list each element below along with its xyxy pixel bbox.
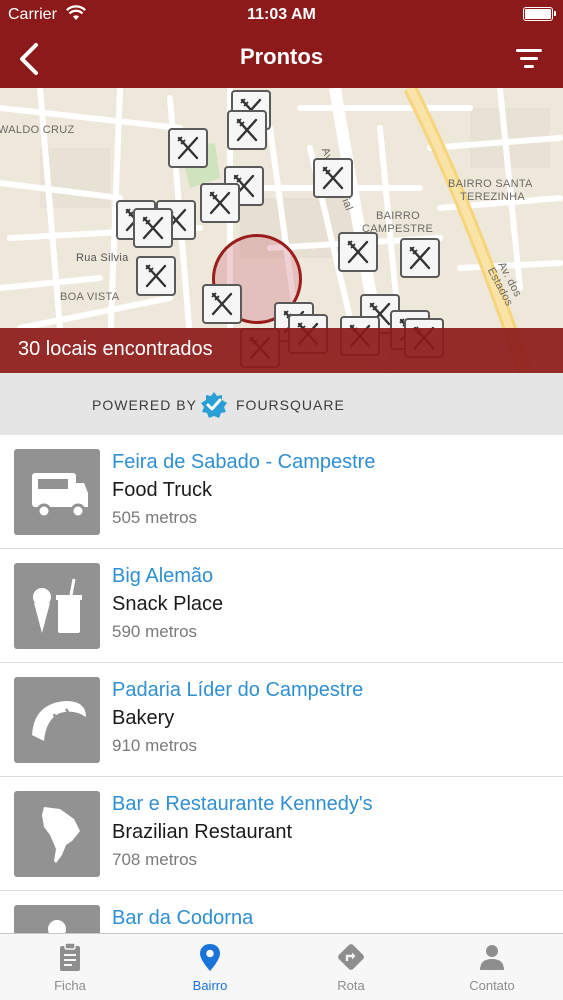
powered-by-banner: POWERED BY FOURSQUARE (0, 373, 563, 435)
place-distance: 708 metros (112, 850, 198, 869)
place-distance: 590 metros (112, 622, 198, 641)
list-item[interactable]: Padaria Líder do Campestre Bakery 910 me… (0, 663, 563, 777)
place-name[interactable]: Bar e Restaurante Kennedy's (112, 793, 373, 816)
map-label-bairro-santa: BAIRRO SANTA (448, 178, 533, 190)
fork-knife-icon (145, 264, 167, 288)
list-item[interactable]: Big Alemão Snack Place 590 metros (0, 549, 563, 663)
tab-label: Bairro (192, 978, 228, 993)
fork-knife-icon (322, 166, 344, 190)
place-thumbnail (14, 449, 100, 535)
map-label-rua-silvia: Rua Silvia (76, 252, 129, 264)
status-bar: Carrier 11:03 AM (0, 0, 563, 30)
battery-icon (523, 7, 556, 21)
tab-bairro[interactable]: Bairro (140, 934, 280, 1000)
map-pin[interactable] (168, 128, 208, 168)
croissant-icon (32, 701, 86, 741)
place-category: Brazilian Restaurant (112, 821, 293, 843)
fork-knife-icon (142, 216, 164, 240)
map-pin[interactable] (313, 158, 353, 198)
map-pin-icon (200, 944, 220, 971)
nav-row: Prontos (0, 30, 563, 88)
map-pin[interactable] (136, 256, 176, 296)
powered-by-text: POWERED BY (92, 397, 197, 413)
map-view[interactable]: WALDO CRUZ Rua Silvia BOA VISTA Av. Indu… (0, 88, 563, 373)
place-name[interactable]: Bar da Codorna (112, 907, 253, 930)
place-name[interactable]: Big Alemão (112, 565, 213, 588)
tab-label: Rota (337, 978, 365, 993)
place-category: Snack Place (112, 593, 224, 615)
map-pin[interactable] (200, 183, 240, 223)
place-thumbnail (14, 677, 100, 763)
fork-knife-icon (236, 118, 258, 142)
map-label-waldo-cruz: WALDO CRUZ (0, 124, 75, 136)
fork-knife-icon (347, 240, 369, 264)
status-time: 11:03 AM (247, 6, 316, 23)
tab-rota[interactable]: Rota (281, 934, 421, 1000)
list-item[interactable]: Feira de Sabado - Campestre Food Truck 5… (0, 435, 563, 549)
map-label-boa-vista: BOA VISTA (60, 291, 120, 303)
fork-knife-icon (409, 246, 431, 270)
map-label-terezinha: TEREZINHA (460, 191, 526, 203)
place-thumbnail (14, 905, 100, 933)
place-category: Food Truck (112, 479, 213, 501)
place-name[interactable]: Feira de Sabado - Campestre (112, 451, 375, 474)
results-count-bar: 30 locais encontrados (0, 328, 563, 373)
person-icon (480, 945, 504, 970)
route-sign-icon (338, 944, 364, 970)
tab-label: Ficha (54, 978, 86, 993)
foursquare-brand-text: FOURSQUARE (236, 397, 345, 413)
tab-contato[interactable]: Contato (422, 934, 562, 1000)
tab-ficha[interactable]: Ficha (0, 934, 140, 1000)
map-pin[interactable] (133, 208, 173, 248)
places-list: Feira de Sabado - Campestre Food Truck 5… (0, 435, 563, 933)
tab-label: Contato (469, 978, 515, 993)
place-category: Bakery (112, 707, 175, 729)
filter-icon[interactable] (515, 44, 545, 74)
south-america-icon (42, 807, 80, 863)
page-title: Prontos (239, 44, 324, 69)
place-thumbnail (14, 563, 100, 649)
map-pin[interactable] (338, 232, 378, 272)
place-distance: 505 metros (112, 508, 198, 527)
map-pin[interactable] (202, 284, 242, 324)
fork-knife-icon (177, 136, 199, 160)
clipboard-icon (60, 942, 80, 971)
place-thumbnail (14, 791, 100, 877)
food-truck-icon (32, 473, 88, 519)
map-pin[interactable] (400, 238, 440, 278)
list-item[interactable]: Bar e Restaurante Kennedy's Brazilian Re… (0, 777, 563, 891)
place-distance: 910 metros (112, 736, 198, 755)
navigation-header: Carrier 11:03 AM Prontos (0, 0, 563, 88)
foursquare-logo (201, 392, 227, 418)
results-count-text: 30 locais encontrados (18, 338, 213, 360)
snack-icon (33, 578, 82, 633)
list-item[interactable]: Bar da Codorna (0, 891, 563, 933)
fork-knife-icon (211, 292, 233, 316)
bar-icon (48, 920, 66, 933)
place-name[interactable]: Padaria Líder do Campestre (112, 679, 363, 702)
fork-knife-icon (209, 191, 231, 215)
map-label-bairro: BAIRRO (376, 210, 420, 222)
map-pin[interactable] (227, 110, 267, 150)
tab-bar: Ficha Bairro Rota Contato (0, 933, 563, 1000)
